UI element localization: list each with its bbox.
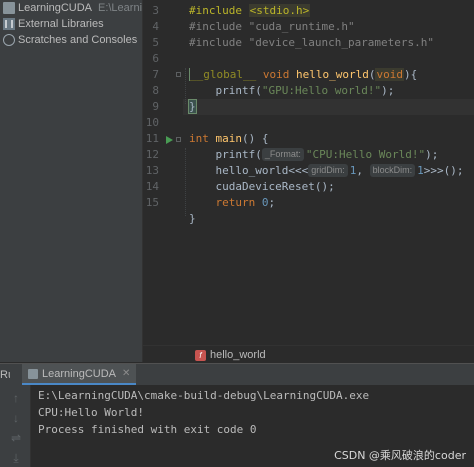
fold-icon[interactable]: [176, 137, 181, 142]
console-line: E:\LearningCUDA\cmake-build-debug\Learni…: [38, 389, 370, 402]
library-icon: [3, 18, 15, 30]
scratches-icon: [3, 34, 15, 46]
run-gutter-icon[interactable]: [166, 136, 173, 144]
arrow-down-icon[interactable]: ↓: [9, 411, 23, 425]
code-line-main: int main() {: [189, 132, 269, 145]
line-number: 15: [145, 196, 159, 209]
watermark: CSDN @乘风破浪的coder: [334, 449, 466, 462]
code-line-kernel-signature: __global__ void hello_world(void){: [189, 68, 418, 81]
run-toolwindow-header: Run: LearningCUDA ✕: [0, 363, 474, 385]
indent-guide: [185, 68, 186, 104]
line-number: 11: [145, 132, 159, 145]
include-stdio: <stdio.h>: [248, 4, 311, 17]
blockdim-param-hint: blockDim:: [369, 164, 416, 177]
text-caret: [195, 99, 197, 112]
line-number: 13: [145, 164, 159, 177]
breadcrumb-label[interactable]: hello_world: [210, 349, 266, 361]
external-libraries-label: External Libraries: [18, 18, 104, 30]
code-line-include-stdio: #include <stdio.h>: [189, 4, 311, 17]
tab-learningcuda[interactable]: LearningCUDA ✕: [22, 364, 137, 385]
project-panel: LearningCUDA E:\LearningCUDA External Li…: [0, 0, 143, 362]
code-line-include-cuda-runtime: #include "cuda_runtime.h": [189, 20, 355, 33]
line-number: 12: [145, 148, 159, 161]
line-number: 7: [152, 68, 159, 81]
line-number: 9: [152, 100, 159, 113]
code-line-close-brace: }: [188, 99, 197, 114]
console-line: CPU:Hello World!: [38, 406, 144, 419]
line-number: 14: [145, 180, 159, 193]
scroll-end-icon[interactable]: ⤓: [9, 451, 23, 465]
line-number: 6: [152, 52, 159, 65]
griddim-param-hint: gridDim:: [308, 164, 348, 177]
line-number: 3: [152, 4, 159, 17]
line-number: 4: [152, 20, 159, 33]
code-line-kernel-launch: hello_world<<< gridDim: 1, blockDim: 1>>>()…: [215, 164, 464, 177]
indent-guide: [185, 148, 186, 216]
line-number: 8: [152, 84, 159, 97]
code-line-include-device-launch: #include "device_launch_parameters.h": [189, 36, 435, 49]
arrow-up-icon[interactable]: ↑: [9, 391, 23, 405]
line-number: [143, 211, 159, 227]
editor-gutter: 3 4 5 6 7 8 9 10 11 12 13 14 15: [143, 0, 183, 345]
project-item-external-libraries[interactable]: External Libraries: [0, 16, 142, 32]
code-editor[interactable]: 3 4 5 6 7 8 9 10 11 12 13 14 15 #include…: [143, 0, 474, 345]
line-number: 10: [145, 116, 159, 129]
close-icon[interactable]: ✕: [122, 368, 130, 379]
breadcrumb[interactable]: f hello_world: [143, 345, 474, 364]
project-item-scratches[interactable]: Scratches and Consoles: [0, 32, 142, 48]
project-root-path: E:\LearningCUDA: [97, 2, 142, 14]
current-line-highlight: [183, 99, 474, 115]
run-panel-label: Run:: [0, 368, 10, 381]
code-line-printf-cpu: printf(_Format: "CPU:Hello World!");: [215, 148, 439, 161]
cmake-target-icon: [28, 368, 38, 379]
folder-icon: [3, 2, 15, 14]
code-line-device-reset: cudaDeviceReset();: [215, 180, 335, 193]
tab-label: LearningCUDA: [42, 367, 116, 380]
run-toolbar: ↑ ↓ ⇌ ⤓: [0, 385, 31, 467]
line-number: [143, 227, 159, 243]
code-line-close-main: }: [189, 212, 196, 225]
scratches-label: Scratches and Consoles: [18, 34, 138, 46]
console-line: Process finished with exit code 0: [38, 423, 257, 436]
format-param-hint: _Format:: [261, 148, 304, 161]
project-item-learningcuda[interactable]: LearningCUDA E:\LearningCUDA: [0, 0, 142, 16]
function-icon: f: [195, 349, 206, 361]
wrap-icon[interactable]: ⇌: [9, 431, 23, 445]
code-line-printf-gpu: printf("GPU:Hello world!");: [215, 84, 395, 97]
project-root-label: LearningCUDA: [18, 2, 92, 14]
fold-icon[interactable]: [176, 72, 181, 77]
line-number: 5: [152, 36, 159, 49]
code-line-return: return 0;: [215, 196, 276, 209]
